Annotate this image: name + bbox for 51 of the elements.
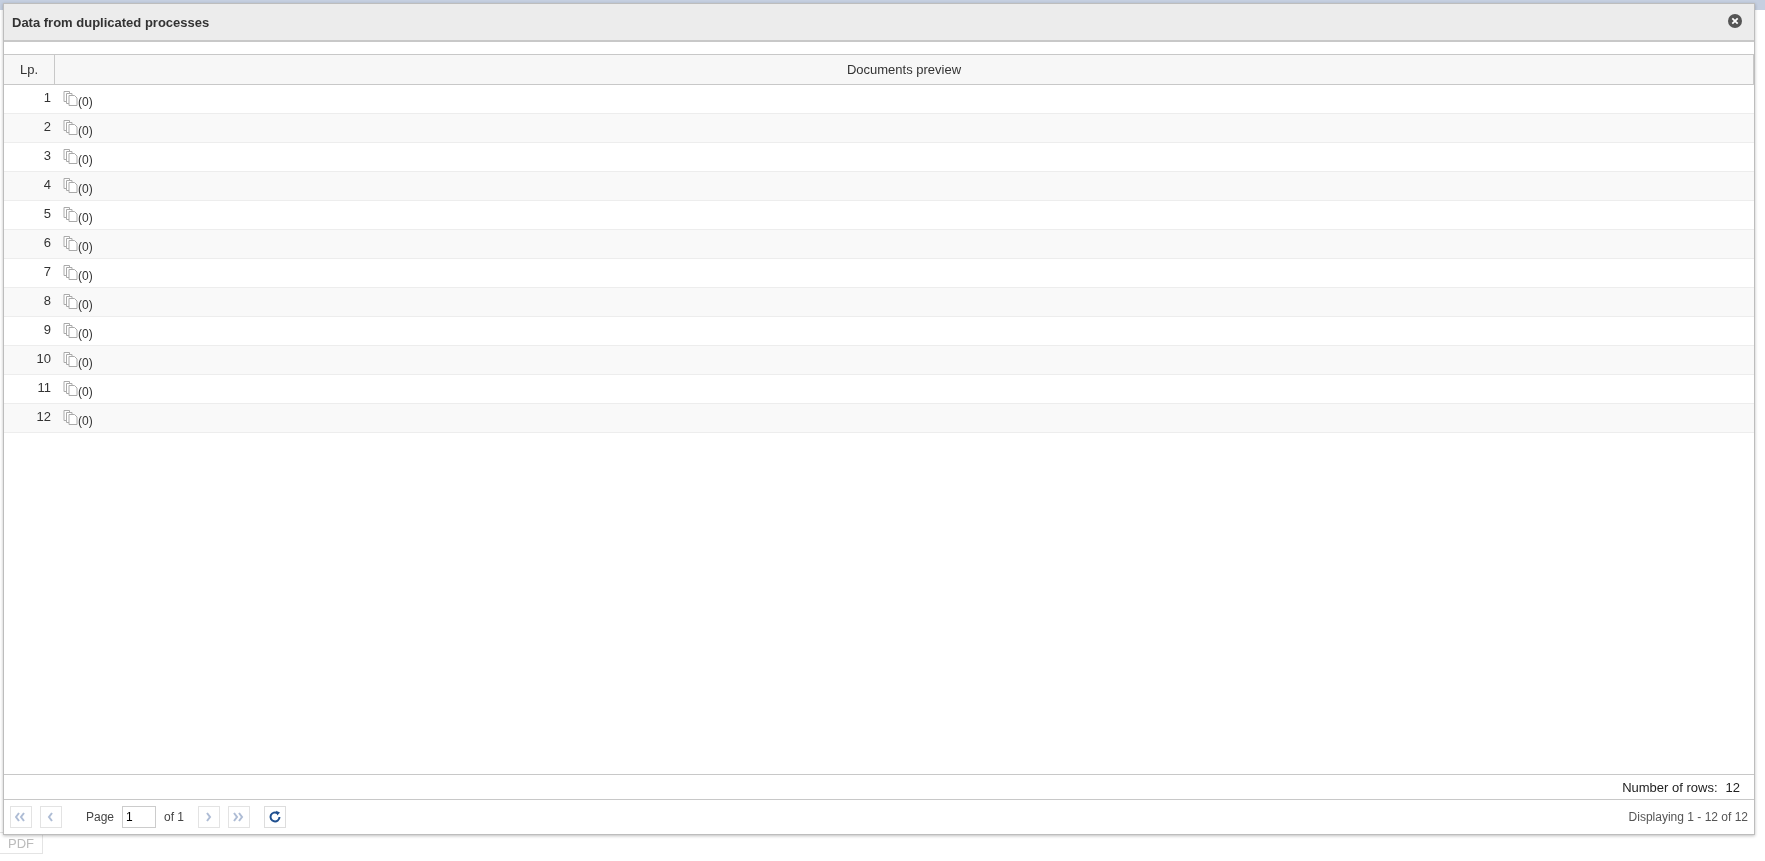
document-count: (0) (78, 181, 93, 196)
page-label: Page (86, 810, 115, 824)
documents-icon[interactable] (63, 149, 78, 164)
documents-icon[interactable] (63, 91, 78, 106)
row-number: 4 (42, 176, 51, 194)
column-header[interactable]: Documents preview (55, 55, 1754, 84)
document-count: (0) (78, 94, 93, 109)
document-count: (0) (78, 326, 93, 341)
double-chevron-left-icon (15, 812, 27, 822)
page-total: of 1 (164, 810, 185, 824)
row-number: 9 (42, 321, 51, 339)
documents-icon[interactable] (63, 352, 78, 367)
page-input[interactable]: 1 (122, 806, 157, 828)
row-number: 12 (35, 408, 51, 426)
document-count: (0) (78, 384, 93, 399)
row-count-value: 12 (1725, 779, 1740, 795)
row-number: 11 (36, 379, 51, 397)
double-chevron-right-icon (233, 812, 246, 822)
displaying-info: Displaying 1 - 12 of 12 (1628, 810, 1748, 824)
close-icon (1728, 14, 1742, 28)
documents-icon[interactable] (63, 410, 78, 425)
document-count: (0) (78, 239, 93, 254)
document-count: (0) (78, 152, 93, 167)
document-count: (0) (78, 210, 93, 225)
documents-icon[interactable] (63, 236, 78, 251)
document-count: (0) (78, 268, 93, 283)
document-count: (0) (78, 123, 93, 138)
row-number: 3 (42, 147, 51, 165)
documents-icon[interactable] (63, 120, 78, 135)
row-number: 8 (42, 292, 51, 310)
row-number: 2 (42, 118, 51, 136)
documents-icon[interactable] (63, 294, 78, 309)
column-header[interactable]: Lp. (4, 55, 55, 84)
documents-icon[interactable] (63, 381, 78, 396)
documents-icon[interactable] (63, 178, 78, 193)
row-number: 5 (42, 205, 51, 223)
row-count-label: Number of rows: (1622, 779, 1718, 795)
close-button[interactable] (1728, 14, 1744, 30)
row-number: 10 (35, 350, 51, 368)
row-number: 7 (42, 263, 51, 281)
document-count: (0) (78, 355, 93, 370)
document-count: (0) (78, 297, 93, 312)
document-count: (0) (78, 413, 93, 428)
documents-icon[interactable] (63, 265, 78, 280)
refresh-icon (268, 810, 283, 824)
documents-icon[interactable] (63, 207, 78, 222)
refresh-button[interactable] (264, 806, 287, 828)
documents-icon[interactable] (63, 323, 78, 338)
dialog-title: Data from duplicated processes (12, 14, 210, 30)
row-number: 6 (42, 234, 51, 252)
row-number: 1 (42, 89, 51, 107)
